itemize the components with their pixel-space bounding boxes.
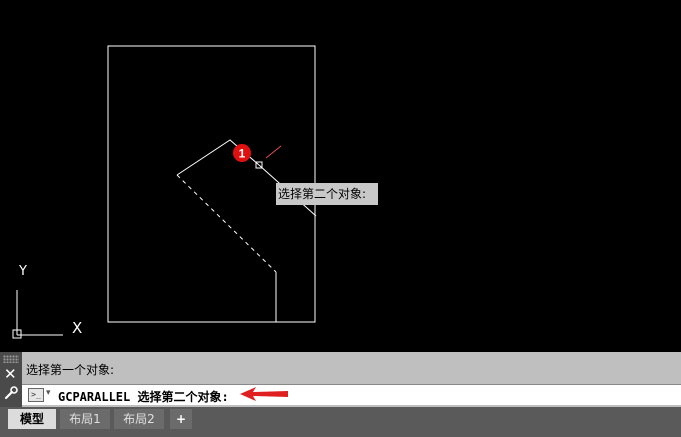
layout-tab-bar: 模型 布局1 布局2 + <box>0 407 681 437</box>
cursor-glyph <box>265 145 282 159</box>
tab-model[interactable]: 模型 <box>8 409 56 429</box>
command-input[interactable]: >_ ▾ GCPARALLEL 选择第二个对象: <box>22 384 681 405</box>
drawing-geometry[interactable]: 1 X <box>0 0 681 352</box>
tab-layout2[interactable]: 布局2 <box>114 409 164 429</box>
chevron-down-icon[interactable]: ▾ <box>46 388 51 398</box>
command-input-text[interactable]: GCPARALLEL 选择第二个对象: <box>58 388 229 405</box>
ucs-x-label: X <box>72 319 82 337</box>
command-line-grip[interactable]: ✕ <box>0 352 22 407</box>
wrench-icon[interactable] <box>4 386 18 400</box>
highlighted-segment <box>176 174 277 273</box>
prompt-tooltip: 选择第二个对象: <box>276 183 378 205</box>
tab-layout1[interactable]: 布局1 <box>60 409 110 429</box>
ucs-y-label: Y <box>19 264 27 279</box>
polyline-shape-2 <box>108 272 277 323</box>
command-prompt-icon[interactable]: >_ <box>28 388 44 402</box>
drag-handle-icon[interactable] <box>3 355 19 363</box>
step-marker-number: 1 <box>239 147 246 161</box>
command-history-line: 选择第一个对象: <box>26 363 115 377</box>
close-icon[interactable]: ✕ <box>4 366 17 382</box>
red-arrow-annotation <box>240 387 288 401</box>
drawing-canvas[interactable]: 1 X Y 选择第二个对象: <box>0 0 681 352</box>
add-layout-button[interactable]: + <box>170 409 192 429</box>
